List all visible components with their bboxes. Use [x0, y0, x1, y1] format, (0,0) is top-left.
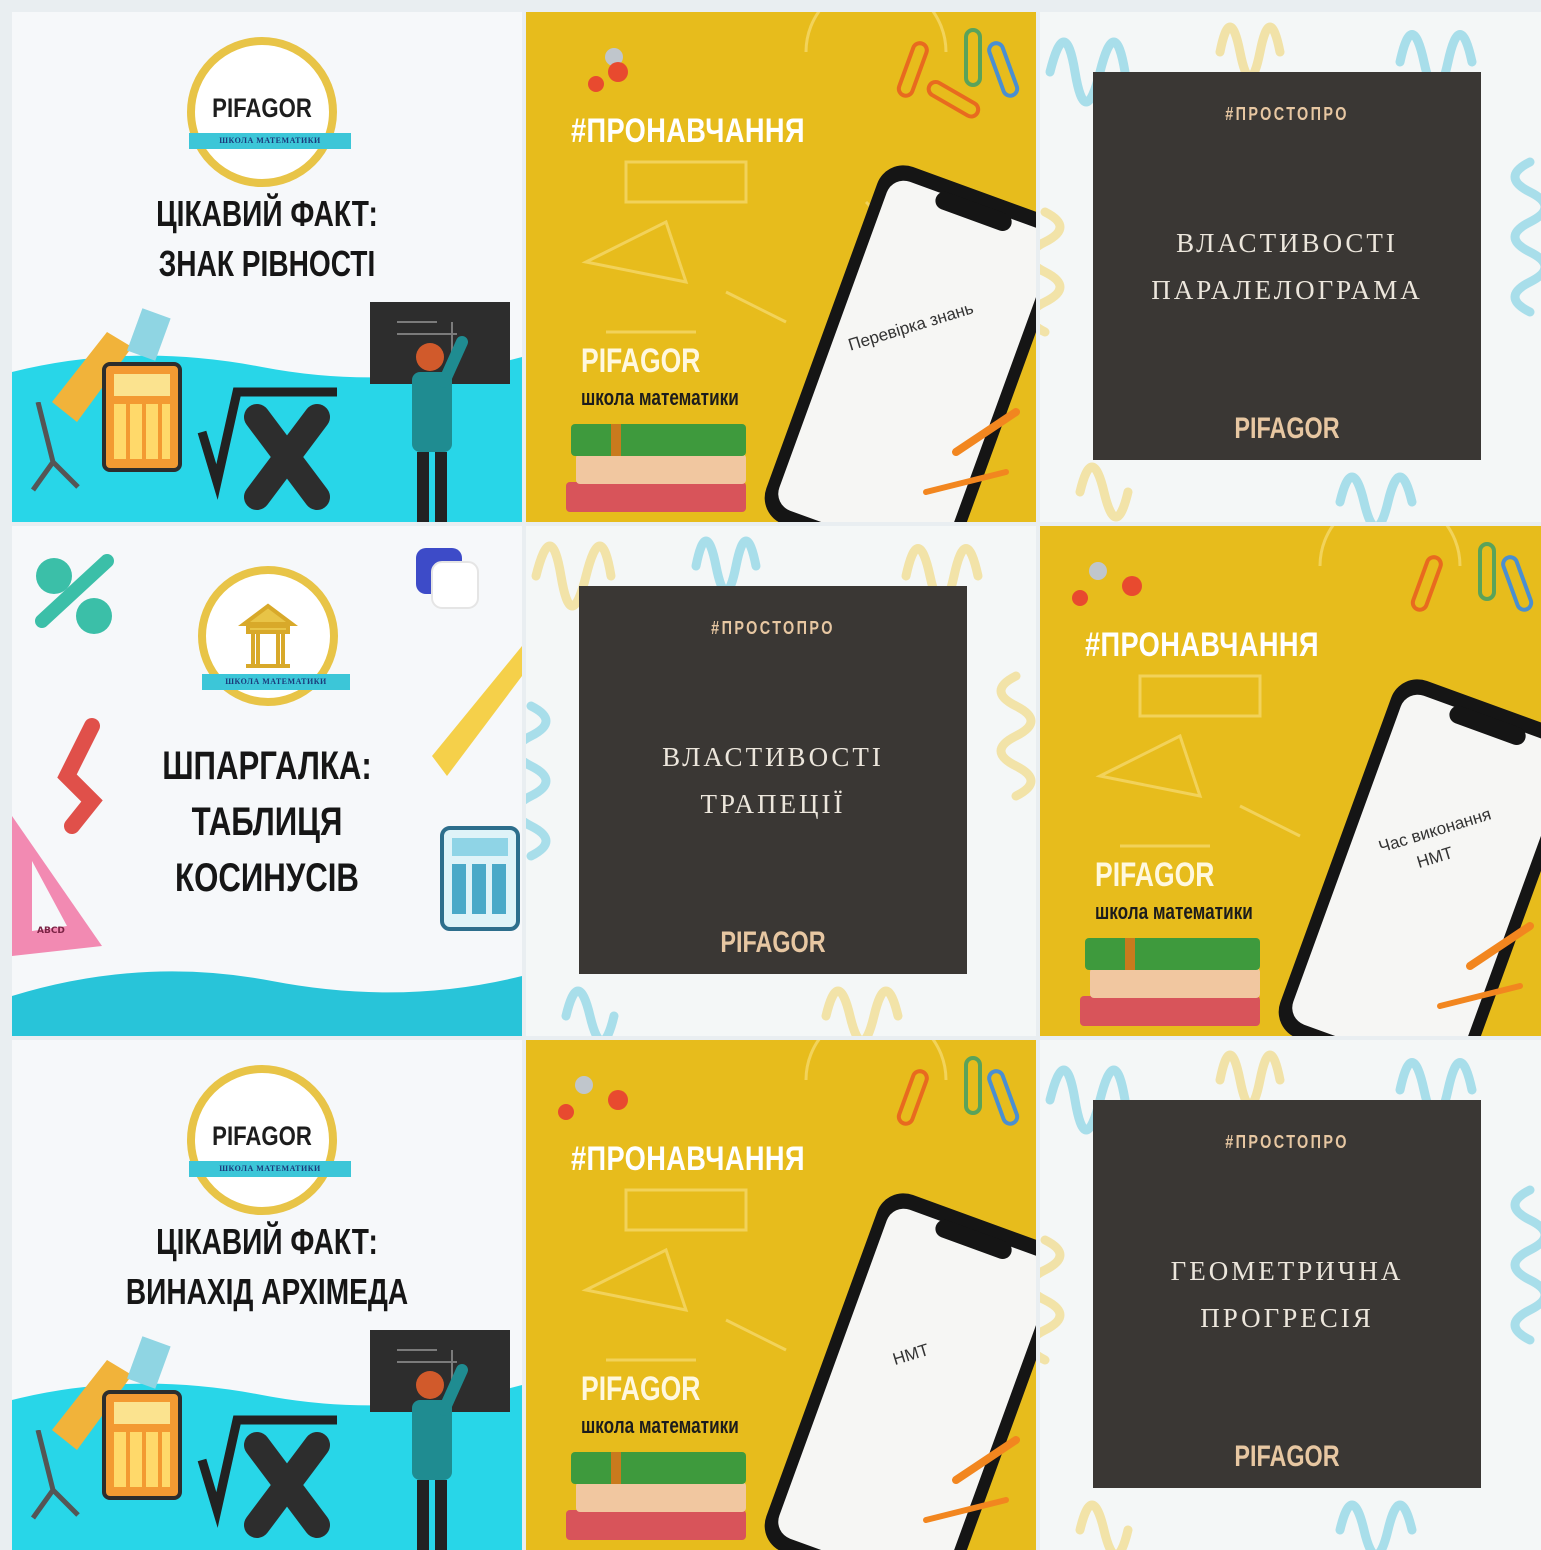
post-tile-4[interactable]: ABCD ШКОЛА МАТЕМАТИКИ ШПАРГАЛКА: ТАБЛИЦЯ… — [12, 526, 522, 1036]
brand-subtitle: школа математики — [581, 385, 739, 410]
brand-name: PIFAGOR — [1095, 856, 1215, 894]
brand-subtitle: школа математики — [1095, 899, 1253, 924]
board-signature: PIFAGOR — [1234, 412, 1340, 445]
board-signature: PIFAGOR — [720, 926, 826, 959]
school-badge: ШКОЛА МАТЕМАТИКИ — [198, 566, 350, 706]
badge-ribbon: ШКОЛА МАТЕМАТИКИ — [189, 1161, 351, 1177]
board-title-line2: ПАРАЛЕЛОГРАМА — [1151, 275, 1423, 305]
brand-subtitle: школа математики — [581, 1413, 739, 1438]
calculator-icon — [102, 1390, 182, 1500]
post-tile-7[interactable]: PIFAGOR ШКОЛА МАТЕМАТИКИ ЦІКАВИЙ ФАКТ: В… — [12, 1040, 522, 1550]
brand-name: PIFAGOR — [581, 342, 701, 380]
hashtag: #ПРОНАВЧАННЯ — [571, 112, 805, 150]
board-tag: #ПРОСТОПРО — [711, 618, 835, 638]
hashtag: #ПРОНАВЧАННЯ — [571, 1140, 805, 1178]
board-tag: #ПРОСТОПРО — [1225, 104, 1349, 124]
post-tile-5[interactable]: #ПРОСТОПРО ВЛАСТИВОСТІ ТРАПЕЦІЇ PIFAGOR — [526, 526, 1036, 1036]
board-title-line2: ТРАПЕЦІЇ — [700, 789, 846, 819]
badge-word: PIFAGOR — [212, 93, 312, 123]
tile-title-line1: ШПАРГАЛКА: — [162, 744, 372, 788]
board-title-line1: ВЛАСТИВОСТІ — [662, 742, 884, 772]
badge-ribbon: ШКОЛА МАТЕМАТИКИ — [189, 133, 351, 149]
tile-title-line2: ВИНАХІД АРХІМЕДА — [125, 1271, 409, 1312]
board-tag: #ПРОСТОПРО — [1225, 1132, 1349, 1152]
content-board: #ПРОСТОПРО ВЛАСТИВОСТІ ПАРАЛЕЛОГРАМА PIF… — [1093, 72, 1481, 460]
compass-icon — [28, 1429, 88, 1520]
tile-title-line2: ЗНАК РІВНОСТІ — [158, 243, 376, 284]
tile-title-line3: КОСИНУСІВ — [175, 856, 359, 900]
compass-icon — [28, 401, 88, 492]
calculator-icon — [102, 362, 182, 472]
brand-name: PIFAGOR — [581, 1370, 701, 1408]
multiple-images-icon[interactable] — [414, 546, 479, 609]
tile-title-line2: ТАБЛИЦЯ — [191, 800, 343, 844]
doodle-background — [1072, 526, 1541, 1036]
doodle-background — [558, 1040, 1036, 1550]
triangle-label: ABCD — [37, 926, 65, 936]
post-tile-9[interactable]: #ПРОСТОПРО ГЕОМЕТРИЧНА ПРОГРЕСІЯ PIFAGOR — [1040, 1040, 1541, 1550]
school-badge: PIFAGOR ШКОЛА МАТЕМАТИКИ — [187, 37, 351, 187]
content-board: #ПРОСТОПРО ГЕОМЕТРИЧНА ПРОГРЕСІЯ PIFAGOR — [1093, 1100, 1481, 1488]
post-tile-2[interactable]: #ПРОНАВЧАННЯ PIFAGOR школа математики Пе… — [526, 12, 1036, 522]
badge-ribbon: ШКОЛА МАТЕМАТИКИ — [202, 674, 350, 690]
content-board: #ПРОСТОПРО ВЛАСТИВОСТІ ТРАПЕЦІЇ PIFAGOR — [579, 586, 967, 974]
doodle-background — [566, 12, 1036, 522]
board-title-line1: ВЛАСТИВОСТІ — [1176, 228, 1398, 258]
school-badge: PIFAGOR ШКОЛА МАТЕМАТИКИ — [187, 1065, 351, 1215]
post-tile-3[interactable]: #ПРОСТОПРО ВЛАСТИВОСТІ ПАРАЛЕЛОГРАМА PIF… — [1040, 12, 1541, 522]
post-tile-6[interactable]: #ПРОНАВЧАННЯ PIFAGOR школа математики Ча… — [1040, 526, 1541, 1036]
tile-title-line1: ЦІКАВИЙ ФАКТ: — [156, 193, 378, 234]
post-tile-1[interactable]: PIFAGOR ШКОЛА МАТЕМАТИКИ ЦІКАВИЙ ФАКТ: З… — [12, 12, 522, 522]
board-title-line2: ПРОГРЕСІЯ — [1200, 1303, 1374, 1333]
tile-title-line1: ЦІКАВИЙ ФАКТ: — [156, 1221, 378, 1262]
board-signature: PIFAGOR — [1234, 1440, 1340, 1473]
post-tile-8[interactable]: #ПРОНАВЧАННЯ PIFAGOR школа математики НМ… — [526, 1040, 1036, 1550]
badge-word: PIFAGOR — [212, 1121, 312, 1151]
pushpin-icon — [526, 12, 527, 13]
board-title-line1: ГЕОМЕТРИЧНА — [1170, 1256, 1404, 1286]
post-grid: PIFAGOR ШКОЛА МАТЕМАТИКИ ЦІКАВИЙ ФАКТ: З… — [12, 12, 1541, 1550]
hashtag: #ПРОНАВЧАННЯ — [1085, 626, 1319, 664]
